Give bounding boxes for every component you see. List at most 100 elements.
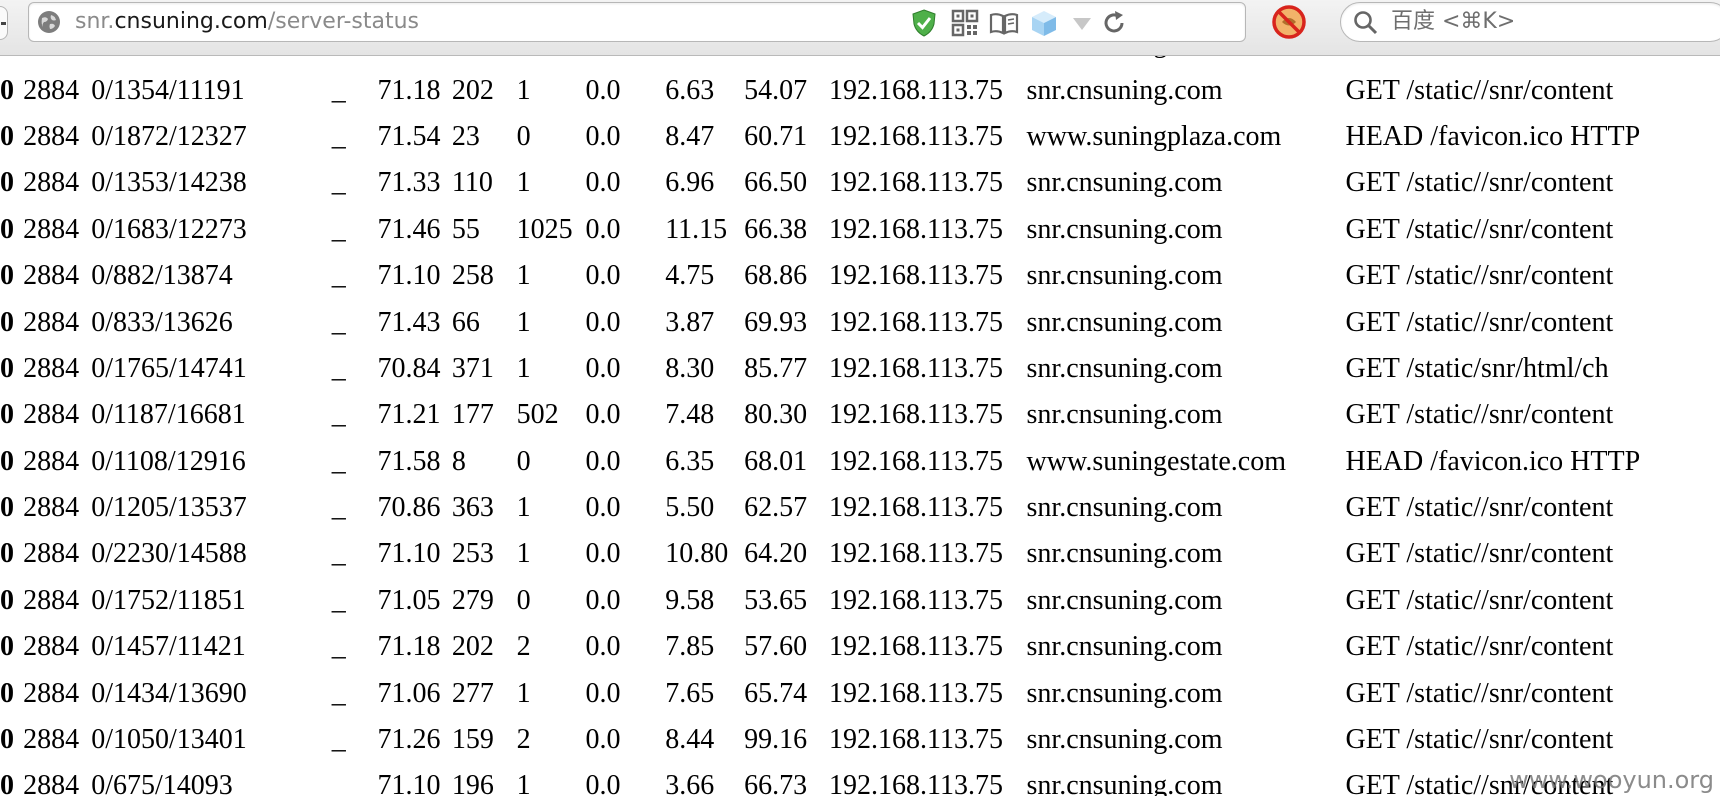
client-ip-cell: 192.168.113.75 (829, 445, 1004, 477)
request-time-cell: 1 (516, 770, 531, 796)
cpu-cell: 71.10 (377, 770, 441, 796)
mode-cell: _ (331, 724, 346, 756)
pid-cell: 2884 (23, 120, 80, 152)
table-row: 0 2884 0/1872/12327 _ 71.54 23 0 0.0 8.47 60.71 19… (0, 114, 1720, 160)
seconds-since-cell: 202 (451, 631, 494, 663)
qr-code-icon[interactable] (950, 8, 980, 38)
child-mb-cell: 6.27 (665, 56, 744, 67)
request-cell: GET /static/snr/html/ch (1345, 352, 1609, 384)
client-ip-cell: 192.168.113.75 (829, 213, 1004, 245)
pid-cell: 2884 (23, 492, 80, 524)
client-ip-cell: 192.168.113.75 (829, 724, 1004, 756)
access-count-cell: 0/1457/11421 (91, 631, 246, 663)
conn-kb-cell: 0.0 (585, 213, 621, 245)
pid-cell: 2884 (23, 213, 80, 245)
watermark: www.wooyun.org (1509, 766, 1714, 794)
seconds-since-cell: 253 (451, 538, 494, 570)
pid-cell: 2884 (23, 56, 91, 67)
table-row: 0 2884 0/1108/12916 _ 71.58 8 0 0.0 6.35 68.01 192… (0, 439, 1720, 485)
adblock-stop-icon[interactable] (1268, 2, 1310, 42)
mode-cell: _ (331, 167, 346, 199)
vhost-cell: snr.cnsuning.com (1026, 74, 1223, 106)
conn-kb-cell: 0.0 (585, 74, 621, 106)
table-row: 0 2884 0/1434/13690 _ 71.06 277 1 0.0 7.65 65.74 1… (0, 670, 1720, 716)
server-number-cell: 0 (0, 213, 14, 245)
cpu-cell: 70.84 (377, 352, 441, 384)
child-mb-cell: 11.15 (665, 213, 728, 245)
mode-cell: _ (331, 631, 346, 663)
cpu-cell: 71.05 (377, 584, 441, 616)
conn-kb-cell: 0.0 (585, 677, 621, 709)
client-ip-cell: 192.168.113.75 (829, 56, 1026, 67)
conn-kb-cell: 0.0 (585, 120, 621, 152)
access-count-cell: 0/1872/12327 (91, 120, 247, 152)
client-ip-cell: 192.168.113.75 (829, 584, 1004, 616)
cpu-cell: 71.26 (377, 724, 441, 756)
request-cell: GET /static//snr/content (1345, 584, 1614, 616)
cube-icon[interactable] (1029, 8, 1059, 38)
search-bar[interactable]: 百度 <⌘K> (1340, 2, 1720, 42)
child-mb-cell: 9.58 (665, 584, 715, 616)
cpu-cell: 71.43 (377, 306, 441, 338)
search-placeholder: 百度 <⌘K> (1391, 9, 1516, 34)
seconds-since-cell: 277 (451, 677, 494, 709)
slot-mb-cell: 60.71 (744, 120, 808, 152)
mode-cell: _ (331, 399, 346, 431)
request-time-cell: 0 (516, 445, 531, 477)
child-mb-cell: 6.96 (665, 167, 715, 199)
seconds-since-cell: 196 (451, 770, 494, 796)
slot-mb-cell: 99.16 (744, 724, 808, 756)
table-row: 0 2884 0/1187/16681 _ 71.21 177 502 0.0 7.48 80.3… (0, 392, 1720, 438)
request-time-cell: 1 (516, 677, 531, 709)
client-ip-cell: 192.168.113.75 (829, 677, 1004, 709)
conn-kb-cell: 0.0 (585, 306, 621, 338)
client-ip-cell: 192.168.113.75 (829, 167, 1004, 199)
slot-mb-cell: 68.86 (744, 260, 808, 292)
server-number-cell: 0 (0, 677, 14, 709)
table-row: 0 2884 0/1752/11851 _ 71.05 279 0 0.0 9.58 53.65 1… (0, 578, 1720, 624)
seconds-since-cell: 371 (451, 352, 494, 384)
conn-kb-cell: 0.0 (585, 167, 621, 199)
address-bar[interactable]: snr.cnsuning.com/server-status (28, 2, 1246, 42)
pid-cell: 2884 (23, 724, 80, 756)
seconds-since-cell: 23 (451, 120, 480, 152)
seconds-since-cell: 279 (451, 584, 494, 616)
server-number-cell: 0 (0, 306, 14, 338)
conn-kb-cell: 0.0 (585, 724, 621, 756)
table-row: 0 2884 0/1353/14238 _ 71.33 110 1 0.0 6.96 66.50 1… (0, 160, 1720, 206)
server-number-cell: 0 (0, 167, 14, 199)
sidebar-toggle-button[interactable] (0, 6, 8, 40)
request-time-cell: 1 (516, 306, 531, 338)
cpu-cell: 71.06 (377, 677, 441, 709)
conn-kb-cell: 0.0 (585, 538, 621, 570)
pid-cell: 2884 (23, 538, 80, 570)
cpu-cell: 71.21 (377, 399, 441, 431)
slot-mb-cell: 54.07 (744, 74, 808, 106)
access-count-cell: 0/882/13874 (91, 260, 233, 292)
reload-icon[interactable] (1099, 8, 1129, 38)
cpu-cell: 71.54 (377, 120, 441, 152)
shield-check-icon[interactable] (909, 8, 939, 38)
seconds-since-cell: 110 (451, 167, 493, 199)
vhost-cell: snr.cnsuning.com (1026, 213, 1223, 245)
slot-mb-cell: 62.57 (744, 492, 808, 524)
request-cell: GET /static//snr/content (1345, 167, 1614, 199)
server-number-cell: 0 (0, 445, 14, 477)
request-time-cell: 1 (516, 167, 531, 199)
request-cell: GET /static//snr/content (1345, 213, 1614, 245)
access-count-cell: 0/675/14093 (91, 770, 233, 796)
mode-cell: _ (331, 213, 346, 245)
request-time-cell: 1 (516, 538, 531, 570)
mode-cell: _ (331, 584, 346, 616)
seconds-since-cell: 55 (451, 213, 480, 245)
reader-book-icon[interactable] (989, 8, 1019, 38)
access-count-cell: 0/1434/13690 (91, 677, 247, 709)
conn-kb-cell: 0.0 (585, 260, 621, 292)
request-cell: GET /static//snr/content (1345, 306, 1614, 338)
access-count-cell: 0/1353/14238 (91, 167, 247, 199)
chevron-down-icon[interactable] (1067, 8, 1097, 38)
url-text[interactable]: snr.cnsuning.com/server-status (75, 8, 419, 36)
table-row: 028840/1394/11678_71.436520.06.2755.2219… (0, 56, 1720, 67)
server-number-cell: 0 (0, 56, 23, 67)
child-mb-cell: 8.30 (665, 352, 715, 384)
